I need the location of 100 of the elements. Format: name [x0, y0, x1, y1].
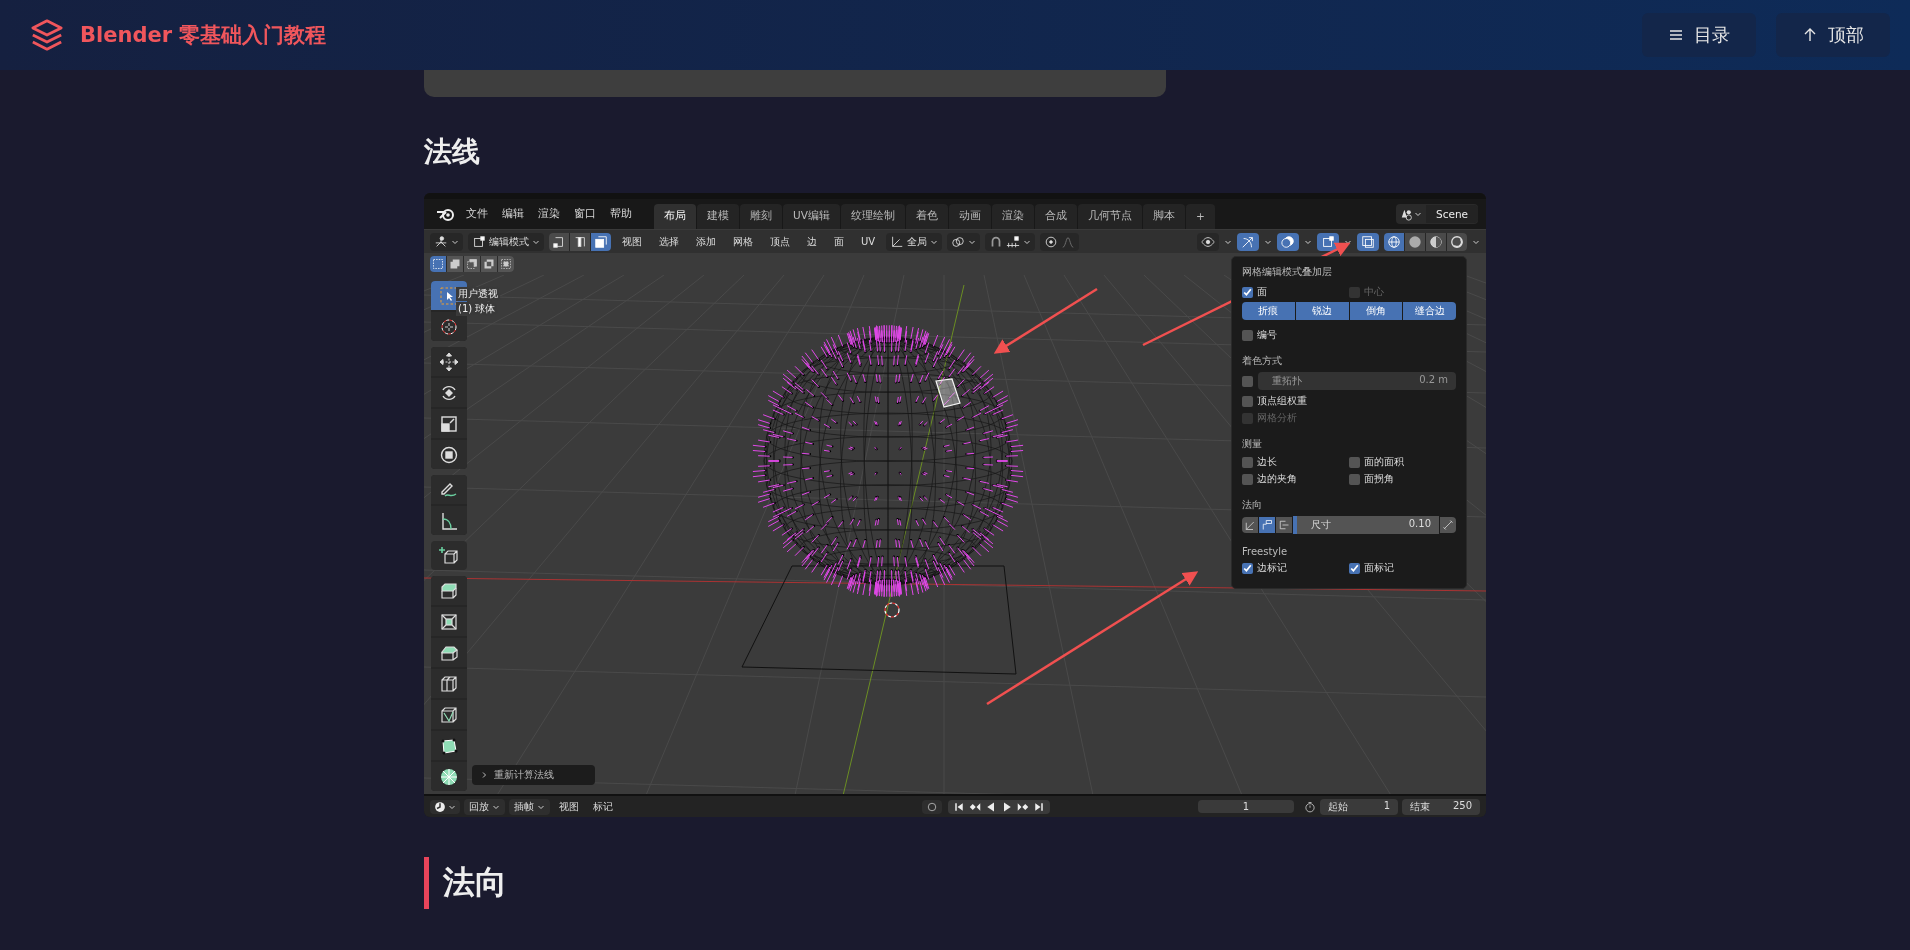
tool-button[interactable] — [431, 440, 467, 469]
toggle-button[interactable]: 折痕 — [1242, 302, 1295, 320]
operator-panel[interactable]: 重新计算法线 — [472, 765, 595, 785]
workspace-tab[interactable]: 着色 — [905, 204, 948, 229]
menu-item[interactable]: 视图 — [616, 234, 648, 249]
workspace-tab[interactable]: 建模 — [697, 204, 739, 229]
nav-button[interactable]: 顶部 — [1776, 13, 1890, 57]
workspace-tab[interactable]: 合成 — [1034, 204, 1077, 229]
normal-display-button[interactable] — [1276, 517, 1292, 533]
workspace-tab[interactable]: 雕刻 — [740, 204, 782, 229]
normal-display-button[interactable] — [1259, 517, 1275, 533]
checkbox[interactable] — [1242, 375, 1253, 387]
checkbox[interactable] — [1242, 456, 1253, 468]
checkbox[interactable] — [1349, 456, 1360, 468]
toggle-button[interactable]: 倒角 — [1349, 302, 1403, 320]
menu-item[interactable]: 面 — [828, 234, 850, 249]
menu-button[interactable]: 插帧 — [509, 798, 550, 815]
tool-button[interactable] — [431, 506, 467, 535]
select-mode-button[interactable] — [570, 232, 590, 251]
menu-item[interactable]: 编辑 — [502, 207, 524, 221]
shading-mode-button[interactable] — [1384, 232, 1404, 251]
tool-button[interactable] — [431, 762, 467, 791]
toggle-button[interactable]: 锐边 — [1295, 302, 1349, 320]
scene-name-field[interactable]: Scene — [1426, 205, 1478, 223]
menu-item[interactable]: 文件 — [466, 207, 488, 221]
menu-button[interactable]: 标记 — [588, 798, 618, 815]
box-select-mode-button[interactable] — [481, 256, 497, 272]
tool-button[interactable] — [431, 700, 467, 729]
snap-button[interactable] — [985, 232, 1036, 251]
viewport-toggle-button[interactable] — [1237, 232, 1259, 251]
editor-type-button[interactable] — [430, 232, 463, 251]
menu-button[interactable]: 回放 — [464, 798, 505, 815]
size-slider-field[interactable]: 尺寸 0.10 — [1293, 516, 1439, 534]
viewport-toggle-button[interactable] — [1317, 232, 1339, 251]
menu-item[interactable]: 网格 — [727, 234, 759, 249]
viewport-toggle-button[interactable] — [1277, 232, 1299, 251]
tool-button[interactable] — [431, 541, 467, 570]
box-select-mode-button[interactable] — [498, 256, 514, 272]
menu-item[interactable]: 帮助 — [610, 207, 632, 221]
checkbox[interactable] — [1349, 562, 1360, 574]
checkbox[interactable] — [1242, 395, 1253, 407]
auto-keying-button[interactable] — [922, 799, 942, 814]
toggle-button[interactable]: 缝合边 — [1403, 302, 1456, 320]
checkbox[interactable] — [1349, 473, 1360, 485]
tool-button[interactable] — [431, 638, 467, 667]
menu-item[interactable]: UV — [855, 236, 882, 247]
workspace-tab[interactable]: 布局 — [654, 204, 696, 229]
workspace-tab[interactable]: 脚本 — [1142, 204, 1185, 229]
normal-display-button[interactable] — [1242, 517, 1258, 533]
play-icon[interactable] — [1001, 800, 1013, 813]
mode-dropdown[interactable]: 编辑模式 — [468, 232, 544, 251]
current-frame-field[interactable]: 1 — [1198, 800, 1294, 813]
workspace-tab[interactable]: 几何节点 — [1077, 204, 1142, 229]
add-tab-button[interactable]: + — [1185, 204, 1215, 229]
menu-button[interactable]: 视图 — [554, 798, 584, 815]
tool-button[interactable] — [431, 669, 467, 698]
checkbox[interactable] — [1242, 286, 1253, 298]
menu-item[interactable]: 边 — [801, 234, 823, 249]
measure-button[interactable] — [1440, 517, 1456, 533]
tool-button[interactable] — [431, 607, 467, 636]
checkbox[interactable] — [1242, 329, 1253, 341]
jump-end-icon[interactable] — [1033, 800, 1045, 813]
slider-field[interactable]: 重拓扑 0.2 m — [1258, 372, 1456, 390]
workspace-tab[interactable]: 渲染 — [991, 204, 1034, 229]
jump-start-icon[interactable] — [953, 800, 965, 813]
workspace-tab[interactable]: 纹理绘制 — [840, 204, 905, 229]
orientation-dropdown[interactable]: 全局 — [886, 232, 943, 251]
proportional-edit-button[interactable] — [1040, 232, 1080, 251]
box-select-mode-button[interactable] — [464, 256, 480, 272]
menu-item[interactable]: 添加 — [690, 234, 722, 249]
tool-button[interactable] — [431, 731, 467, 760]
tool-button[interactable] — [431, 378, 467, 407]
menu-item[interactable]: 窗口 — [574, 207, 596, 221]
end-frame-field[interactable]: 结束 250 — [1402, 798, 1480, 815]
workspace-tab[interactable]: UV编辑 — [783, 204, 840, 229]
start-frame-field[interactable]: 起始 1 — [1320, 798, 1398, 815]
box-select-mode-button[interactable] — [447, 256, 463, 272]
checkbox[interactable] — [1242, 562, 1253, 574]
tool-button[interactable] — [431, 475, 467, 504]
editor-type-button[interactable] — [430, 799, 460, 814]
shading-mode-button[interactable] — [1426, 232, 1446, 251]
stopwatch-icon[interactable] — [1304, 800, 1316, 813]
tool-button[interactable] — [431, 409, 467, 438]
select-mode-button[interactable] — [591, 232, 611, 251]
checkbox[interactable] — [1242, 473, 1253, 485]
pivot-dropdown[interactable] — [947, 232, 981, 251]
menu-item[interactable]: 顶点 — [764, 234, 796, 249]
menu-item[interactable]: 选择 — [653, 234, 685, 249]
tool-button[interactable] — [431, 347, 467, 376]
select-mode-button[interactable] — [549, 232, 569, 251]
menu-item[interactable]: 渲染 — [538, 207, 560, 221]
shading-mode-button[interactable] — [1447, 232, 1467, 251]
tool-button[interactable] — [431, 576, 467, 605]
box-select-mode-button[interactable] — [430, 256, 446, 272]
viewport-toggle-button[interactable] — [1197, 232, 1219, 251]
viewport-toggle-button[interactable] — [1357, 232, 1379, 251]
shading-mode-button[interactable] — [1405, 232, 1425, 251]
play-reverse-icon[interactable] — [985, 800, 997, 813]
workspace-tab[interactable]: 动画 — [948, 204, 991, 229]
nav-button[interactable]: 目录 — [1642, 13, 1756, 57]
